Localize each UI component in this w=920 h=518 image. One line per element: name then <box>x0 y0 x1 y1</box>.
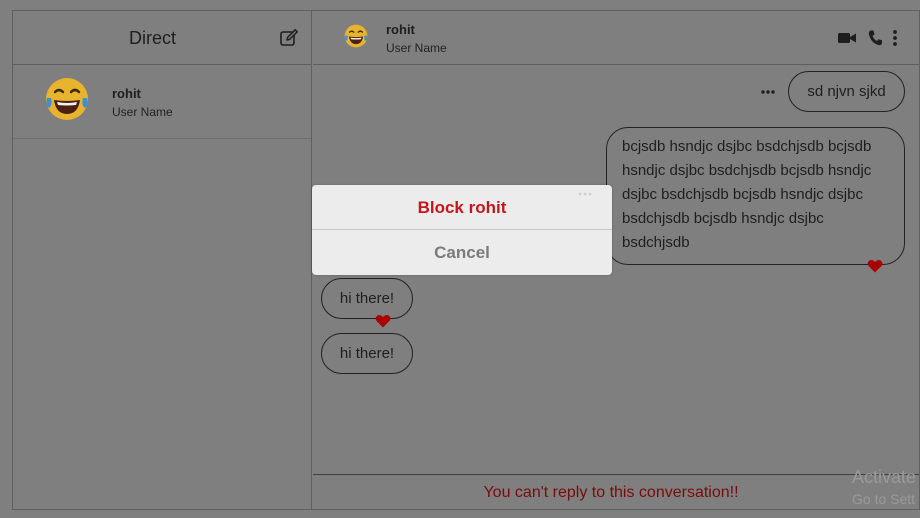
windows-activation-watermark: Activate Go to Sett <box>852 466 916 510</box>
video-call-icon[interactable] <box>837 29 857 47</box>
edit-icon[interactable] <box>279 28 299 48</box>
message-bubble[interactable]: hi there! <box>321 333 413 374</box>
watermark-line-2: Go to Sett <box>852 491 916 507</box>
more-horizontal-icon <box>578 192 592 196</box>
message-options-icon[interactable] <box>760 83 776 99</box>
cancel-button[interactable]: Cancel <box>312 230 612 275</box>
block-user-button[interactable]: Block rohit <box>312 185 612 230</box>
conversation-name: rohit <box>112 86 141 101</box>
message-bubble[interactable]: bcjsdb hsndjc dsjbc bsdchjsdb bcjsdb hsn… <box>606 127 905 265</box>
laughing-emoji-avatar <box>344 24 368 48</box>
conversation-subtitle: User Name <box>112 105 173 119</box>
chat-contact-subtitle: User Name <box>386 41 447 55</box>
chat-contact-name: rohit <box>386 22 415 37</box>
laughing-emoji-avatar <box>46 78 88 120</box>
phone-icon[interactable] <box>867 29 883 47</box>
reply-disabled-notice: You can't reply to this conversation!! <box>483 484 739 501</box>
chat-header: rohit User Name <box>313 11 919 65</box>
sidebar-header: Direct <box>13 11 311 65</box>
message-bubble[interactable]: sd njvn sjkd <box>788 71 905 112</box>
message-bubble[interactable]: hi there! <box>321 278 413 319</box>
chat-footer: You can't reply to this conversation!! <box>313 474 919 509</box>
block-dialog: Block rohit Cancel <box>312 185 612 275</box>
sidebar-title: Direct <box>128 28 176 48</box>
heart-icon <box>375 315 391 328</box>
conversation-item[interactable]: rohit User Name <box>13 65 311 139</box>
watermark-line-1: Activate <box>852 467 917 487</box>
more-vertical-icon[interactable] <box>891 29 899 47</box>
heart-icon <box>867 260 883 273</box>
sidebar: Direct rohit User Name <box>13 11 312 509</box>
